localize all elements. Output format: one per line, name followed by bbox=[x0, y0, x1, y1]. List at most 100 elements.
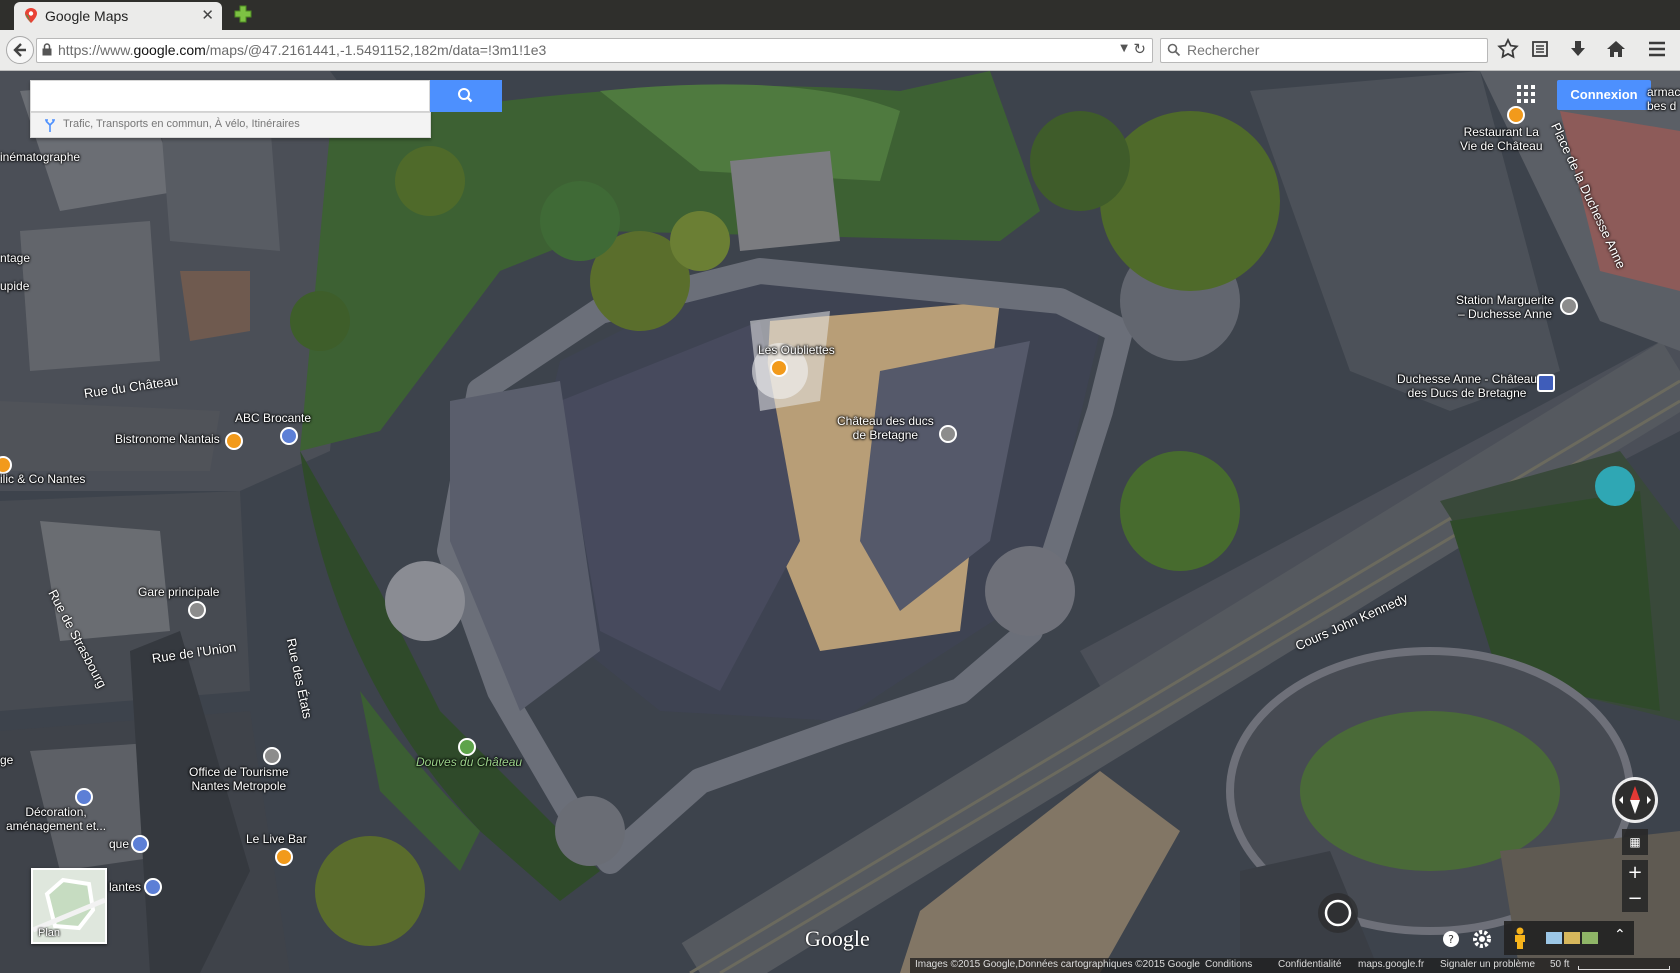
map-canvas[interactable]: Trafic, Transports en commun, À vélo, It… bbox=[0, 71, 1680, 973]
back-button[interactable] bbox=[6, 36, 34, 64]
url-prefix: https://www. bbox=[58, 42, 134, 58]
signin-button[interactable]: Connexion bbox=[1557, 80, 1651, 110]
conditions-link[interactable]: Conditions bbox=[1205, 959, 1252, 970]
zoom-in-button[interactable]: + bbox=[1622, 860, 1648, 886]
restaurant-line-2: Vie de Château bbox=[1460, 139, 1543, 153]
bottom-control-bar: ⌃ bbox=[1504, 921, 1634, 955]
maps-search-input[interactable] bbox=[30, 80, 430, 112]
help-icon[interactable]: ? bbox=[1439, 925, 1463, 953]
copyright-text: Images ©2015 Google,Données cartographiq… bbox=[915, 959, 1200, 970]
rotate-view-icon[interactable] bbox=[1316, 891, 1360, 935]
place-label-armac[interactable]: armac bes d bbox=[1647, 85, 1680, 113]
armac-line-1: armac bbox=[1647, 85, 1680, 99]
plan-view-toggle[interactable]: Plan bbox=[31, 868, 107, 944]
shop-pin-icon[interactable] bbox=[131, 835, 149, 853]
close-tab-icon[interactable]: ✕ bbox=[201, 6, 214, 24]
place-label-gare[interactable]: Gare principale bbox=[138, 585, 219, 599]
deco-line-2: aménagement et... bbox=[6, 819, 107, 833]
place-label[interactable]: que bbox=[109, 837, 129, 851]
download-arrow-icon[interactable] bbox=[1566, 37, 1590, 61]
apps-grid-icon[interactable] bbox=[1517, 85, 1535, 103]
search-icon bbox=[1167, 43, 1181, 57]
place-label[interactable]: upide bbox=[0, 279, 29, 293]
maps-search-button[interactable] bbox=[430, 80, 502, 112]
museum-pin-icon[interactable] bbox=[939, 425, 957, 443]
place-label[interactable]: ge bbox=[0, 753, 13, 767]
bike-station-pin-icon[interactable] bbox=[1560, 297, 1578, 315]
tram-stop-icon[interactable] bbox=[1537, 374, 1555, 392]
shop-pin-icon[interactable] bbox=[75, 788, 93, 806]
directions-hint-bar[interactable]: Trafic, Transports en commun, À vélo, It… bbox=[30, 112, 431, 138]
pegman-icon[interactable] bbox=[1512, 927, 1528, 949]
navigation-toolbar: https://www.google.com/maps/@47.2161441,… bbox=[0, 30, 1680, 71]
imagery-thumb-2[interactable] bbox=[1564, 932, 1580, 944]
reload-icon[interactable]: ↻ bbox=[1133, 40, 1146, 58]
plan-label: Plan bbox=[38, 927, 61, 939]
office-line-2: Nantes Metropole bbox=[191, 779, 287, 793]
url-history-dropdown-icon[interactable]: ▼ bbox=[1120, 43, 1128, 54]
deco-line-1: Décoration, bbox=[25, 805, 87, 819]
google-logo: Google bbox=[805, 926, 870, 951]
place-label-restaurant-vie-chateau[interactable]: Restaurant La Vie de Château bbox=[1460, 125, 1543, 153]
home-icon[interactable] bbox=[1604, 37, 1628, 61]
tilt-view-button[interactable]: ▦ bbox=[1622, 829, 1648, 855]
place-label-station-marguerite[interactable]: Station Marguerite – Duchesse Anne bbox=[1456, 293, 1554, 321]
place-label[interactable]: ntage bbox=[0, 251, 30, 265]
svg-text:?: ? bbox=[1448, 933, 1454, 946]
place-label-oubliettes[interactable]: Les Oubliettes bbox=[758, 343, 835, 357]
map-footer: Images ©2015 Google,Données cartographiq… bbox=[910, 958, 1680, 973]
station-line-1: Station Marguerite bbox=[1456, 293, 1555, 307]
restaurant-pin-icon[interactable] bbox=[1507, 106, 1525, 124]
directions-fork-icon bbox=[45, 119, 55, 132]
station-line-2: – Duchesse Anne bbox=[1457, 307, 1553, 321]
directions-hint-text: Trafic, Transports en commun, À vélo, It… bbox=[63, 118, 300, 130]
zoom-out-button[interactable]: − bbox=[1622, 886, 1648, 912]
place-label-decoration[interactable]: Décoration, aménagement et... bbox=[6, 805, 106, 833]
scale-bar bbox=[1578, 966, 1670, 970]
place-label[interactable]: lantes bbox=[109, 880, 141, 894]
place-label-chateau[interactable]: Château des ducs de Bretagne bbox=[837, 414, 934, 442]
bookmark-star-icon[interactable] bbox=[1496, 37, 1520, 61]
privacy-link[interactable]: Confidentialité bbox=[1278, 959, 1341, 970]
lock-icon bbox=[42, 43, 52, 56]
url-host: google.com bbox=[133, 42, 206, 58]
restaurant-pin-icon[interactable] bbox=[225, 432, 243, 450]
hamburger-menu-icon[interactable] bbox=[1645, 37, 1669, 61]
chateau-line-2: de Bretagne bbox=[852, 428, 919, 442]
compass-needle-icon bbox=[1615, 780, 1655, 820]
bookmarks-list-icon[interactable] bbox=[1528, 37, 1552, 61]
maps-google-link[interactable]: maps.google.fr bbox=[1358, 959, 1424, 970]
park-tree-icon[interactable] bbox=[458, 738, 476, 756]
place-label-tram-stop[interactable]: Duchesse Anne - Château des Ducs de Bret… bbox=[1397, 372, 1537, 400]
maps-search-box: Trafic, Transports en commun, À vélo, It… bbox=[30, 80, 502, 146]
shop-pin-icon[interactable] bbox=[280, 427, 298, 445]
place-label-douves[interactable]: Douves du Château bbox=[416, 755, 522, 769]
compass-control[interactable] bbox=[1612, 777, 1658, 823]
place-label-live-bar[interactable]: Le Live Bar bbox=[246, 832, 307, 846]
place-label[interactable]: inématographe bbox=[0, 150, 80, 164]
restaurant-pin-icon[interactable] bbox=[770, 359, 788, 377]
tourism-pin-icon[interactable] bbox=[263, 747, 281, 765]
tab-google-maps[interactable]: Google Maps ✕ bbox=[14, 2, 222, 30]
new-tab-plus-icon[interactable] bbox=[233, 4, 253, 24]
bar-pin-icon[interactable] bbox=[275, 848, 293, 866]
browser-search-bar[interactable]: Rechercher bbox=[1160, 38, 1488, 63]
url-bar[interactable]: https://www.google.com/maps/@47.2161441,… bbox=[36, 38, 1153, 63]
shop-pin-icon[interactable] bbox=[144, 878, 162, 896]
place-label[interactable]: ilic & Co Nantes bbox=[0, 472, 85, 486]
place-label-office-tourisme[interactable]: Office de Tourisme Nantes Metropole bbox=[189, 765, 289, 793]
report-problem-link[interactable]: Signaler un problème bbox=[1440, 959, 1535, 970]
place-label-bistronome[interactable]: Bistronome Nantais bbox=[115, 432, 220, 446]
tram-line-2: des Ducs de Bretagne bbox=[1407, 386, 1527, 400]
place-label-abc-brocante[interactable]: ABC Brocante bbox=[235, 411, 311, 425]
scale-label[interactable]: 50 ft bbox=[1550, 959, 1569, 970]
restaurant-line-1: Restaurant La bbox=[1463, 125, 1539, 139]
armac-line-2: bes d bbox=[1647, 99, 1677, 113]
station-pin-icon[interactable] bbox=[188, 601, 206, 619]
expand-chevron-up-icon[interactable]: ⌃ bbox=[1614, 927, 1626, 943]
imagery-thumb-3[interactable] bbox=[1582, 932, 1598, 944]
imagery-thumb-1[interactable] bbox=[1546, 932, 1562, 944]
search-icon bbox=[458, 88, 473, 103]
settings-gear-icon[interactable] bbox=[1469, 925, 1495, 953]
chateau-line-1: Château des ducs bbox=[837, 414, 934, 428]
